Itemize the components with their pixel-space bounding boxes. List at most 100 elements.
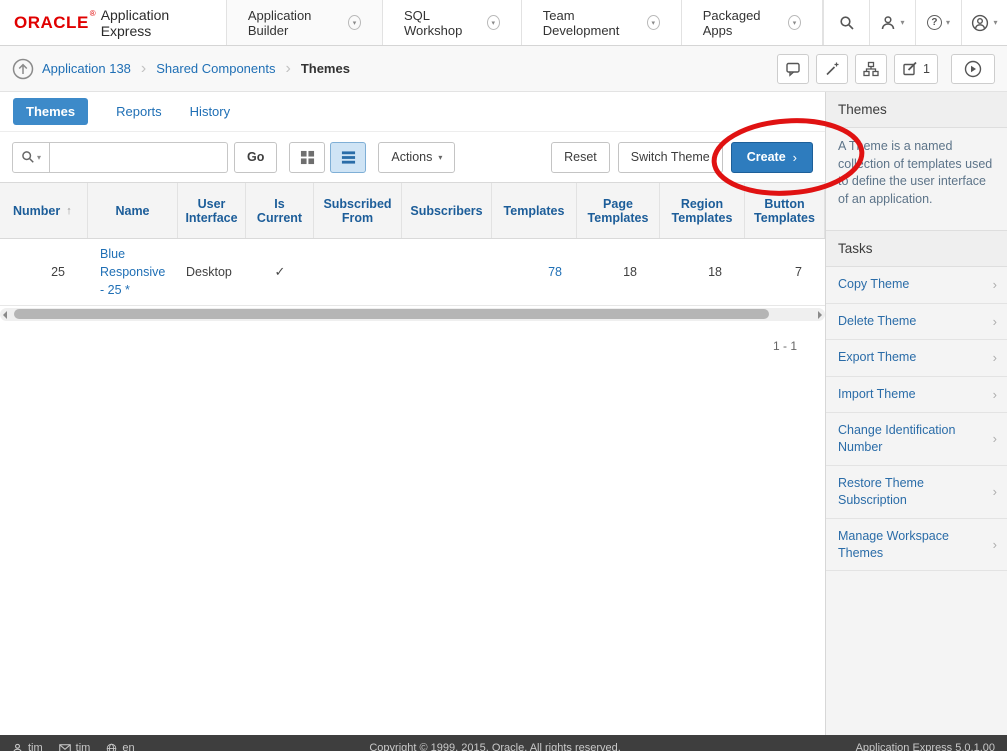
scrollbar-thumb[interactable] [14, 309, 769, 319]
footer-copyright: Copyright © 1999, 2015, Oracle. All righ… [145, 742, 846, 751]
footer-left: tim tim en [12, 742, 135, 751]
view-toggle [289, 142, 366, 173]
cell-region-templates: 18 [668, 259, 737, 285]
actions-button[interactable]: Actions ▾ [378, 142, 455, 173]
brand-text: ORACLE [14, 13, 89, 33]
nav-tab-sql-workshop[interactable]: SQL Workshop ▾ [382, 0, 521, 45]
footer-mail[interactable]: tim [59, 742, 91, 751]
chevron-down-icon: ▾ [37, 153, 41, 162]
templates-count-link[interactable]: 78 [548, 265, 562, 279]
tab-reports[interactable]: Reports [116, 104, 162, 119]
chevron-right-icon: › [993, 430, 997, 448]
report-toolbar: ▾ Go Actions ▾ Reset Switch Theme Cr [0, 132, 825, 182]
nav-tab-application-builder[interactable]: Application Builder ▾ [226, 0, 382, 45]
chevron-down-icon: ▾ [647, 15, 660, 30]
chevron-right-icon: › [993, 386, 997, 404]
breadcrumb-shared-components-link[interactable]: Shared Components [156, 61, 275, 76]
task-manage-workspace-themes[interactable]: Manage Workspace Themes › [826, 519, 1007, 572]
chevron-right-icon: › [793, 150, 797, 165]
breadcrumb-bar: Application 138 › Shared Components › Th… [0, 46, 1007, 92]
footer-language[interactable]: en [106, 742, 134, 751]
column-header-button-templates[interactable]: Button Templates [745, 183, 825, 238]
up-arrow-icon[interactable] [12, 58, 34, 80]
tab-themes[interactable]: Themes [13, 98, 88, 125]
apex-shared-components-themes-page: ORACLE® Application Express Application … [0, 0, 1007, 751]
table-header-row: Number ↑ Name User Interface Is Current … [0, 183, 825, 239]
shared-components-button[interactable] [855, 54, 887, 84]
horizontal-scrollbar[interactable] [0, 308, 825, 321]
search-input[interactable] [50, 142, 228, 173]
nav-tab-label: Application Builder [248, 8, 339, 38]
column-header-user-interface[interactable]: User Interface [178, 183, 246, 238]
column-header-subscribed-from[interactable]: Subscribed From [314, 183, 402, 238]
administration-menu-button[interactable]: ▾ [869, 0, 915, 45]
scroll-right-arrow[interactable] [818, 311, 822, 319]
edit-page-number: 1 [923, 62, 930, 76]
task-change-identification-number[interactable]: Change Identification Number › [826, 413, 1007, 466]
user-account-menu-button[interactable]: ▾ [961, 0, 1007, 45]
column-header-name[interactable]: Name [88, 183, 178, 238]
main-nav: Application Builder ▾ SQL Workshop ▾ Tea… [226, 0, 823, 45]
registered-mark-icon: ® [90, 9, 96, 18]
shortcuts-button[interactable] [816, 54, 848, 84]
column-header-number[interactable]: Number ↑ [0, 183, 88, 238]
switch-theme-button[interactable]: Switch Theme [618, 142, 723, 173]
search-button[interactable] [823, 0, 869, 45]
nav-tab-packaged-apps[interactable]: Packaged Apps ▾ [681, 0, 822, 45]
breadcrumb-separator-icon: › [285, 60, 290, 78]
column-header-region-templates[interactable]: Region Templates [660, 183, 745, 238]
create-label: Create [747, 150, 786, 164]
sitemap-icon [863, 61, 879, 77]
cell-button-templates: 7 [753, 259, 817, 285]
theme-name-link[interactable]: Blue Responsive - 25 * [100, 247, 165, 297]
page-footer: tim tim en Copyright © 1999, 2015, Oracl… [0, 735, 1007, 751]
task-import-theme[interactable]: Import Theme › [826, 377, 1007, 414]
task-restore-theme-subscription[interactable]: Restore Theme Subscription › [826, 466, 1007, 519]
globe-icon [106, 743, 117, 751]
create-button[interactable]: Create › [731, 142, 813, 173]
column-header-page-templates[interactable]: Page Templates [577, 183, 660, 238]
wand-icon [824, 61, 840, 77]
chevron-down-icon: ▾ [900, 18, 904, 27]
go-button[interactable]: Go [234, 142, 277, 173]
column-header-subscribers[interactable]: Subscribers [402, 183, 492, 238]
breadcrumb-application-link[interactable]: Application 138 [42, 61, 131, 76]
tab-history[interactable]: History [190, 104, 230, 119]
edit-page-button[interactable]: 1 [894, 54, 938, 84]
reset-button[interactable]: Reset [551, 142, 610, 173]
user-icon [12, 743, 23, 751]
chevron-right-icon: › [993, 483, 997, 501]
run-application-button[interactable] [951, 54, 995, 84]
icon-view-button[interactable] [289, 142, 325, 173]
pagination-label: 1 - 1 [0, 321, 825, 353]
breadcrumb-separator-icon: › [141, 60, 146, 78]
chevron-down-icon: ▾ [438, 153, 442, 162]
actions-label: Actions [391, 150, 432, 164]
help-menu-button[interactable]: ? ▾ [915, 0, 961, 45]
nav-tab-team-development[interactable]: Team Development ▾ [521, 0, 681, 45]
region-display-selector: Themes Reports History [0, 92, 825, 132]
page-action-buttons: 1 [777, 54, 995, 84]
report-view-button[interactable] [330, 142, 366, 173]
chevron-down-icon: ▾ [487, 15, 500, 30]
task-export-theme[interactable]: Export Theme › [826, 340, 1007, 377]
about-region-text: A Theme is a named collection of templat… [826, 128, 1007, 222]
column-header-templates[interactable]: Templates [492, 183, 577, 238]
cell-page-templates: 18 [585, 259, 652, 285]
task-delete-theme[interactable]: Delete Theme › [826, 304, 1007, 341]
chevron-right-icon: › [993, 349, 997, 367]
sort-ascending-icon: ↑ [66, 205, 72, 217]
column-header-is-current[interactable]: Is Current [246, 183, 314, 238]
speech-bubble-icon [785, 61, 801, 77]
help-icon: ? [927, 15, 942, 30]
report-view-icon [341, 150, 356, 165]
edit-pencil-icon [902, 61, 918, 77]
toolbar-right-buttons: Reset Switch Theme Create › [551, 142, 813, 173]
feedback-button[interactable] [777, 54, 809, 84]
search-column-dropdown[interactable]: ▾ [12, 142, 50, 173]
scroll-left-arrow[interactable] [3, 311, 7, 319]
footer-user[interactable]: tim [12, 742, 43, 751]
task-copy-theme[interactable]: Copy Theme › [826, 267, 1007, 304]
oracle-logo[interactable]: ORACLE® Application Express [0, 0, 226, 45]
cell-subscribers [402, 266, 492, 278]
